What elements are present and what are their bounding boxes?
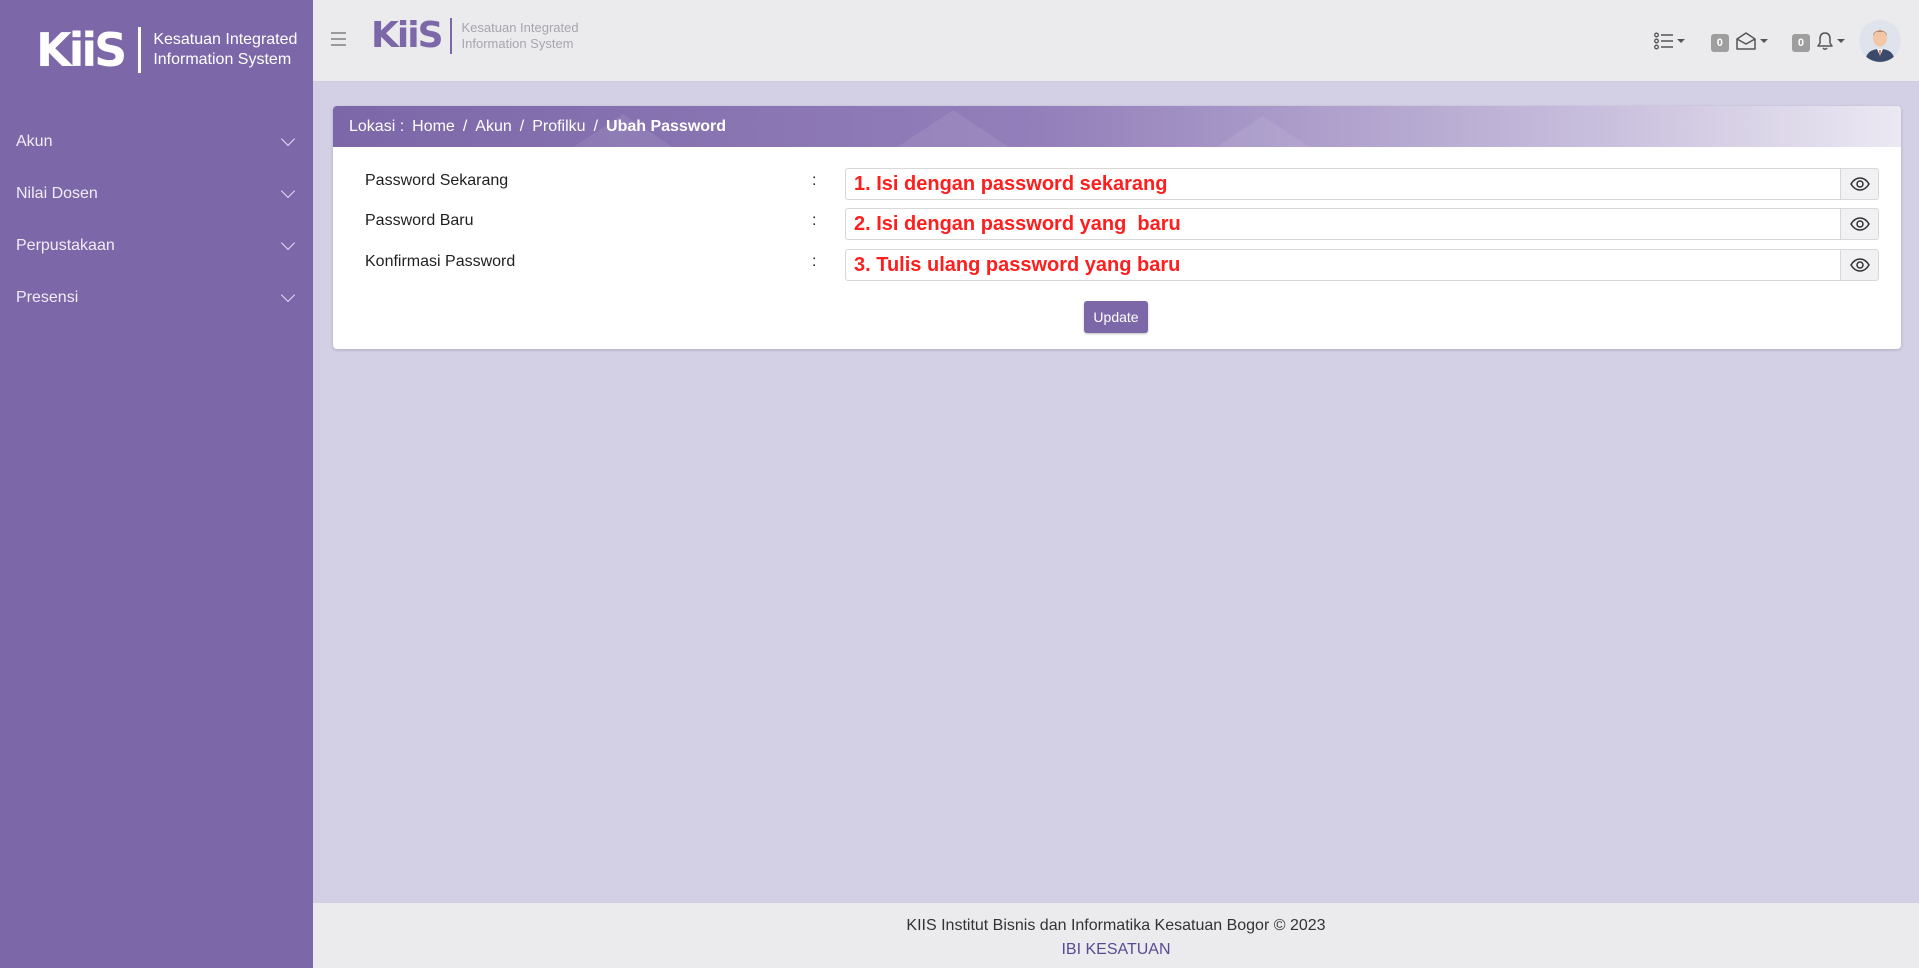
logo: KiiS xyxy=(36,23,127,77)
form-row-confirm-password: Konfirmasi Password : xyxy=(333,249,1901,283)
footer: KIIS Institut Bisnis dan Informatika Kes… xyxy=(313,903,1919,968)
list-icon xyxy=(1653,32,1673,50)
brand-text: Kesatuan Integrated Information System xyxy=(153,30,297,70)
change-password-panel: Lokasi : Home / Akun / Profilku / Ubah P… xyxy=(333,106,1901,349)
topbar-actions: 0 0 xyxy=(1653,20,1901,62)
caret-down-icon xyxy=(1676,39,1685,43)
hamburger-menu-icon[interactable] xyxy=(331,32,346,50)
form-row-new-password: Password Baru : xyxy=(333,208,1901,242)
topbar: KiiS Kesatuan Integrated Information Sys… xyxy=(313,0,1919,82)
sidebar-item-nilai-dosen[interactable]: Nilai Dosen xyxy=(0,168,313,220)
update-button[interactable]: Update xyxy=(1084,301,1148,333)
breadcrumb-prefix: Lokasi : xyxy=(349,117,405,135)
bell-icon xyxy=(1817,32,1833,50)
breadcrumb-akun[interactable]: Akun xyxy=(475,118,511,136)
eye-icon xyxy=(1849,258,1870,272)
sidebar-item-presensi[interactable]: Presensi xyxy=(0,272,313,324)
toggle-new-password-button[interactable] xyxy=(1841,208,1879,240)
sidebar-item-label: Perpustakaan xyxy=(16,237,115,254)
brand-text: Kesatuan Integrated Information System xyxy=(462,20,579,52)
notifications-count-badge: 0 xyxy=(1791,34,1810,52)
caret-down-icon xyxy=(1837,39,1845,43)
sidebar-item-label: Akun xyxy=(16,133,53,150)
toggle-confirm-password-button[interactable] xyxy=(1841,249,1879,281)
sidebar-brand[interactable]: KiiS Kesatuan Integrated Information Sys… xyxy=(0,0,313,100)
chevron-down-icon xyxy=(280,235,296,251)
colon: : xyxy=(812,253,817,270)
footer-copyright: KIIS Institut Bisnis dan Informatika Kes… xyxy=(906,917,1326,934)
sidebar: KiiS Kesatuan Integrated Information Sys… xyxy=(0,0,313,968)
sidebar-item-label: Presensi xyxy=(16,289,79,306)
sidebar-item-label: Nilai Dosen xyxy=(16,185,98,202)
brand-line-2: Information System xyxy=(153,51,292,68)
breadcrumb-profilku[interactable]: Profilku xyxy=(532,118,585,136)
breadcrumb: Lokasi : Home / Akun / Profilku / Ubah P… xyxy=(333,106,1901,147)
avatar[interactable] xyxy=(1859,20,1901,62)
confirm-password-input[interactable] xyxy=(845,249,1841,281)
eye-icon xyxy=(1849,177,1870,191)
sidebar-menu: Akun Nilai Dosen Perpustakaan Presensi xyxy=(0,116,313,324)
brand-line-1: Kesatuan Integrated xyxy=(461,20,579,35)
notifications-dropdown[interactable]: 0 xyxy=(1791,30,1845,52)
new-password-input[interactable] xyxy=(845,208,1841,240)
logo: KiiS xyxy=(371,15,444,56)
breadcrumb-current: Ubah Password xyxy=(606,117,727,135)
brand-line-1: Kesatuan Integrated xyxy=(153,31,298,48)
current-password-label: Password Sekarang xyxy=(365,172,509,189)
brand-line-2: Information System xyxy=(461,36,574,51)
confirm-password-label: Konfirmasi Password xyxy=(365,253,516,270)
messages-count-badge: 0 xyxy=(1710,34,1729,52)
new-password-label: Password Baru xyxy=(365,212,474,229)
form-row-current-password: Password Sekarang : xyxy=(333,168,1901,202)
toggle-current-password-button[interactable] xyxy=(1841,168,1879,200)
current-password-input[interactable] xyxy=(845,168,1841,200)
sidebar-item-akun[interactable]: Akun xyxy=(0,116,313,168)
topbar-brand[interactable]: KiiS Kesatuan Integrated Information Sys… xyxy=(371,18,579,54)
colon: : xyxy=(812,212,817,229)
task-list-dropdown[interactable] xyxy=(1653,32,1685,50)
footer-link[interactable]: IBI KESATUAN xyxy=(313,941,1919,959)
chevron-down-icon xyxy=(280,183,296,199)
envelope-icon xyxy=(1736,32,1756,50)
chevron-down-icon xyxy=(280,131,296,147)
eye-icon xyxy=(1849,217,1870,231)
messages-dropdown[interactable]: 0 xyxy=(1710,30,1768,52)
user-avatar-icon xyxy=(1859,20,1901,62)
chevron-down-icon xyxy=(280,287,296,303)
logo-divider xyxy=(449,18,452,54)
colon: : xyxy=(812,172,817,189)
logo-divider xyxy=(138,27,142,73)
sidebar-item-perpustakaan[interactable]: Perpustakaan xyxy=(0,220,313,272)
breadcrumb-home[interactable]: Home xyxy=(412,118,455,136)
caret-down-icon xyxy=(1759,39,1768,43)
